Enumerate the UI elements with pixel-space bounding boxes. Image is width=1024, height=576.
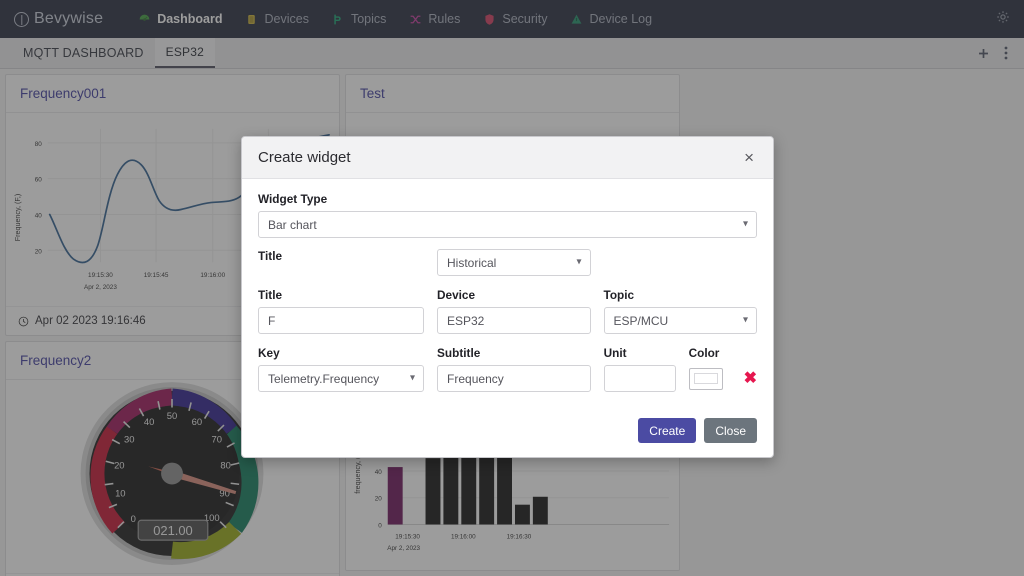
field-topic: Topic ESP/MCU ▾ bbox=[603, 288, 758, 334]
chevron-down-icon: ▾ bbox=[742, 217, 748, 229]
widget-type-select[interactable]: Bar chart ▾ bbox=[258, 211, 757, 238]
row-key-subtitle-unit-color: Key Telemetry.Frequency ▾ Subtitle Frequ… bbox=[258, 346, 757, 392]
title-value: F bbox=[268, 313, 276, 328]
widget-type-value: Bar chart bbox=[268, 217, 317, 232]
key-label: Key bbox=[258, 346, 280, 360]
chevron-down-icon: ▾ bbox=[742, 313, 749, 325]
modal-title: Create widget bbox=[258, 149, 351, 166]
topic-label: Topic bbox=[603, 288, 635, 302]
key-value: Telemetry.Frequency bbox=[268, 371, 380, 386]
app-root: Bevywise Dashboard Devices Topics bbox=[0, 0, 1024, 576]
device-input[interactable]: ESP32 bbox=[436, 307, 591, 334]
modal-body: Widget Type Bar chart ▾ Title Historical… bbox=[242, 179, 773, 404]
mode-value: Historical bbox=[446, 255, 497, 270]
field-unit: Unit bbox=[603, 346, 676, 392]
create-button[interactable]: Create bbox=[638, 418, 697, 443]
field-title: Title F bbox=[258, 288, 424, 334]
remove-row-x-icon[interactable]: ✖ bbox=[744, 370, 757, 387]
topic-select[interactable]: ESP/MCU ▾ bbox=[603, 307, 758, 334]
close-x-icon[interactable]: × bbox=[741, 147, 757, 168]
row-mode: Title Historical ▾ bbox=[258, 249, 757, 276]
chevron-down-icon: ▾ bbox=[410, 371, 416, 383]
device-value: ESP32 bbox=[446, 313, 485, 328]
create-widget-modal: Create widget × Widget Type Bar chart ▾ … bbox=[241, 136, 774, 458]
modal-footer: Create Close bbox=[242, 404, 773, 457]
key-select[interactable]: Telemetry.Frequency ▾ bbox=[258, 365, 425, 392]
subtitle-label: Subtitle bbox=[437, 346, 481, 360]
field-key: Key Telemetry.Frequency ▾ bbox=[258, 346, 425, 392]
modal-header: Create widget × bbox=[242, 137, 773, 179]
unit-label: Unit bbox=[603, 346, 627, 360]
field-mode: Historical ▾ bbox=[436, 249, 591, 276]
field-subtitle: Subtitle Frequency bbox=[437, 346, 591, 392]
row-title-device-topic: Title F Device ESP32 Topic ESP/MCU ▾ bbox=[258, 288, 758, 334]
device-label: Device bbox=[436, 288, 476, 302]
mode-select[interactable]: Historical ▾ bbox=[436, 249, 591, 276]
field-color: Color ✖ bbox=[688, 346, 757, 392]
field-widget-type: Widget Type Bar chart ▾ bbox=[258, 192, 757, 238]
field-mode-label-col: Title bbox=[258, 249, 424, 276]
color-label: Color bbox=[688, 346, 720, 360]
chevron-down-icon: ▾ bbox=[576, 255, 582, 267]
unit-input[interactable] bbox=[603, 365, 676, 392]
widget-type-label: Widget Type bbox=[258, 192, 328, 206]
color-swatch-preview bbox=[693, 373, 718, 384]
subtitle-value: Frequency bbox=[447, 371, 504, 386]
title-label: Title bbox=[258, 288, 283, 302]
subtitle-input[interactable]: Frequency bbox=[437, 365, 591, 392]
mode-label: Title bbox=[258, 249, 283, 263]
field-device: Device ESP32 bbox=[436, 288, 591, 334]
close-button[interactable]: Close bbox=[704, 418, 757, 443]
field-mode-spacer bbox=[604, 249, 758, 276]
color-swatch-button[interactable] bbox=[688, 367, 723, 390]
title-input[interactable]: F bbox=[258, 307, 424, 334]
topic-value: ESP/MCU bbox=[613, 313, 669, 328]
